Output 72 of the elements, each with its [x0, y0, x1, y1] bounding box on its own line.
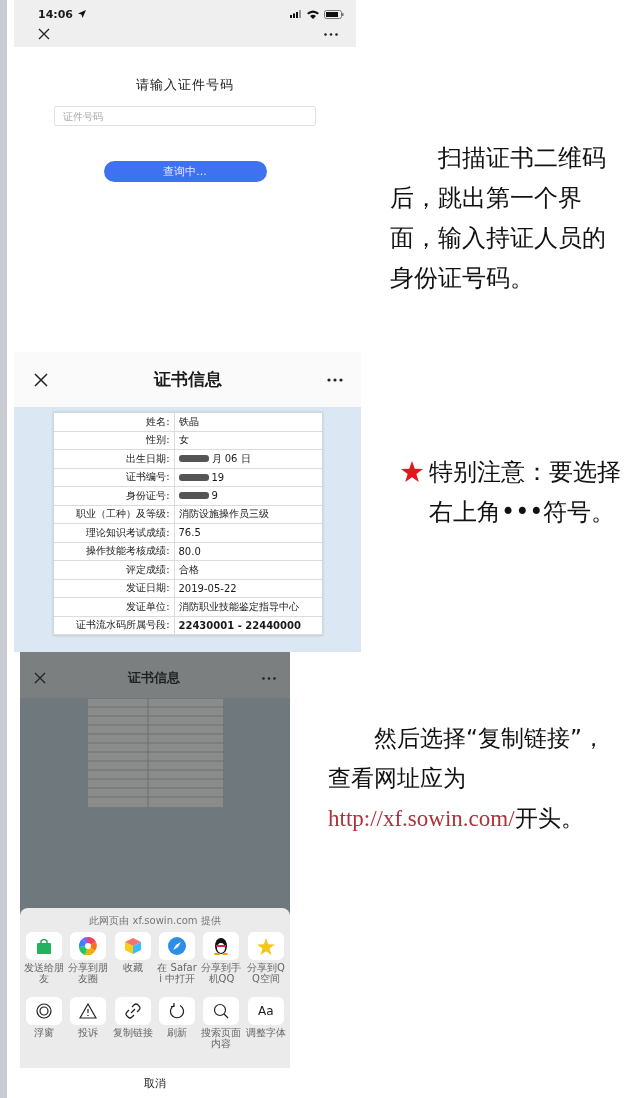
cancel-button[interactable]: 取消 — [20, 1068, 290, 1098]
penguin-icon — [213, 937, 230, 955]
star-icon — [256, 937, 275, 955]
table-cell: 19 — [211, 471, 225, 483]
share-option[interactable]: 收藏 — [111, 962, 154, 995]
signal-icon — [290, 10, 302, 18]
battery-icon — [324, 9, 344, 19]
page-title: 请输入证件号码 — [136, 76, 234, 94]
share-option[interactable]: 复制链接 — [111, 1027, 154, 1060]
query-button[interactable]: 查询中... — [103, 161, 267, 182]
rings-icon — [36, 1003, 53, 1019]
share-option[interactable]: 分享到朋友圈 — [67, 962, 110, 995]
close-icon[interactable] — [34, 372, 48, 387]
table-cell: 女 — [178, 433, 189, 448]
more-icon[interactable] — [327, 377, 343, 382]
table-cell: 22430001 - 22440000 — [178, 619, 301, 631]
table-cell: 出生日期: — [53, 450, 175, 468]
aperture-icon — [79, 937, 98, 955]
table-cell: 证书编号: — [53, 468, 175, 486]
table-cell: 身份证号: — [53, 487, 175, 505]
table-cell: 发证日期: — [53, 579, 175, 597]
source-text: 此网页由 xf.sowin.com 提供 — [88, 914, 222, 928]
font-glyph: Aa — [258, 1004, 274, 1018]
table-cell: 铁晶 — [178, 414, 199, 429]
search-icon — [213, 1003, 230, 1019]
close-icon[interactable] — [38, 28, 50, 40]
id-number-field[interactable]: 证件号码 — [54, 106, 316, 126]
page-title: 证书信息 — [153, 368, 222, 391]
table-cell: 证书流水码所属号段: — [53, 616, 175, 634]
share-option[interactable]: 在 Safari 中打开 — [156, 962, 199, 995]
refresh-icon — [169, 1003, 186, 1019]
redaction-mark — [178, 455, 209, 463]
url-link[interactable]: http://xf.sowin.com/ — [328, 806, 515, 831]
table-cell: 合格 — [178, 562, 199, 577]
instruction-text: 特别注意：要选择右上角•••符号。 — [429, 457, 622, 528]
table-cell: 评定成绩: — [53, 561, 175, 579]
bag-icon — [37, 938, 52, 954]
table-cell: 80.0 — [178, 545, 201, 557]
instruction-text: 然后选择“复制链接”，查看网址应为 http://xf.sowin.com/开头。 — [328, 724, 606, 833]
share-option[interactable]: 发送给朋友 — [23, 962, 66, 995]
star-icon — [401, 461, 423, 482]
share-option[interactable]: 分享到手机QQ — [200, 962, 243, 995]
warning-icon — [79, 1003, 98, 1019]
table-cell: 发证单位: — [53, 598, 175, 616]
link-icon — [124, 1003, 141, 1019]
share-option[interactable]: 搜索页面内容 — [200, 1027, 243, 1060]
table-cell: 月 06 日 — [211, 451, 251, 466]
compass-icon — [168, 937, 187, 955]
share-option[interactable]: 刷新 — [156, 1027, 199, 1060]
table-cell: 76.5 — [178, 527, 201, 539]
table-cell: 理论知识考试成绩: — [53, 524, 175, 542]
share-option[interactable]: 调整字体 — [244, 1027, 287, 1060]
instruction-text: 扫描证书二维码后，跳出第一个界面，输入持证人员的身份证号码。 — [390, 143, 607, 294]
wifi-icon — [307, 9, 319, 19]
table-cell: 消防设施操作员三级 — [178, 507, 269, 522]
table-cell: 消防职业技能鉴定指导中心 — [178, 599, 299, 614]
share-option[interactable]: 投诉 — [67, 1027, 110, 1060]
page-title: 证书信息 — [128, 669, 180, 687]
redaction-mark — [178, 473, 209, 481]
table-cell: 职业（工种）及等级: — [53, 505, 175, 523]
table-cell: 9 — [211, 490, 218, 502]
share-option[interactable]: 分享到QQ空间 — [244, 962, 287, 995]
table-cell: 姓名: — [53, 413, 175, 431]
location-arrow-icon — [78, 10, 86, 18]
more-icon[interactable] — [324, 32, 338, 36]
share-option[interactable]: 浮窗 — [23, 1027, 66, 1060]
cube-icon — [123, 937, 142, 955]
status-time: 14:06 — [38, 7, 73, 21]
table-cell: 2019-05-22 — [178, 582, 237, 594]
table-cell: 性别: — [53, 431, 175, 449]
redaction-mark — [178, 492, 209, 500]
table-cell: 操作技能考核成绩: — [53, 542, 175, 560]
